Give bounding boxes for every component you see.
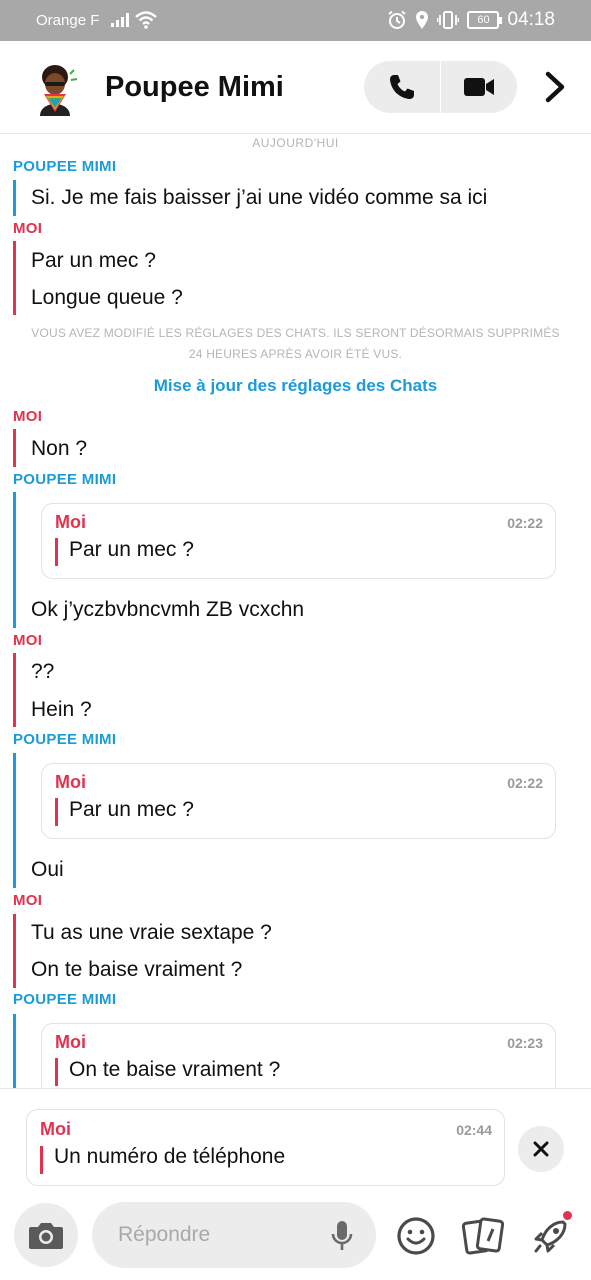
battery-level: 60	[477, 14, 490, 26]
quote-sender: Moi	[55, 772, 86, 792]
quote-time: 02:22	[507, 515, 543, 531]
message[interactable]: Tu as une vraie sextape ?	[31, 921, 272, 945]
quote-text: Par un mec ?	[69, 798, 194, 821]
sender-bar	[13, 753, 16, 888]
quoted-message[interactable]: Moi 02:22 Par un mec ?	[41, 503, 556, 579]
chat-thread[interactable]: AUJOURD'HUI POUPEE MIMI Si. Je me fais b…	[0, 134, 591, 1088]
quote-bar	[40, 1146, 43, 1174]
clock: 04:18	[507, 9, 555, 30]
sender-label: POUPEE MIMI	[13, 158, 117, 175]
chevron-right-icon[interactable]	[540, 69, 570, 105]
chat-settings-notice: VOUS AVEZ MODIFIÉ LES RÉGLAGES DES CHATS…	[20, 323, 571, 365]
cancel-reply-button[interactable]	[518, 1126, 564, 1172]
message[interactable]: ??	[31, 660, 54, 684]
message[interactable]: Oui	[31, 858, 64, 882]
camera-icon	[29, 1223, 63, 1249]
avatar[interactable]	[30, 60, 80, 116]
vibrate-icon	[437, 11, 460, 29]
phone-icon	[389, 75, 414, 99]
sender-bar	[13, 429, 16, 467]
sender-bar	[13, 492, 16, 628]
reply-quote[interactable]: Moi 02:44 Un numéro de téléphone	[26, 1109, 505, 1186]
battery-indicator: 60	[467, 11, 503, 29]
quote-text: On te baise vraiment ?	[69, 1058, 281, 1081]
microphone-icon[interactable]	[330, 1220, 354, 1252]
wifi-icon	[135, 11, 157, 29]
message[interactable]: On te baise vraiment ?	[31, 958, 242, 982]
message[interactable]: Non ?	[31, 437, 87, 461]
quote-time: 02:44	[456, 1122, 492, 1138]
sender-bar	[13, 1014, 16, 1088]
message[interactable]: Ok j’yczbvbncvmh ZB vcxchn	[31, 598, 304, 622]
sender-bar	[13, 241, 16, 315]
sender-bar	[13, 180, 16, 216]
sender-label: POUPEE MIMI	[13, 471, 117, 488]
quote-time: 02:23	[507, 1035, 543, 1051]
message[interactable]: Hein ?	[31, 698, 92, 722]
quote-time: 02:22	[507, 775, 543, 791]
notification-dot	[563, 1211, 572, 1220]
quote-sender: Moi	[55, 512, 86, 532]
quote-text: Par un mec ?	[69, 538, 194, 561]
video-call-button[interactable]	[441, 61, 517, 113]
quote-text: Un numéro de téléphone	[54, 1145, 286, 1168]
smiley-icon	[397, 1217, 435, 1255]
signal-icon	[111, 13, 129, 27]
sender-bar	[13, 914, 16, 988]
contact-name[interactable]: Poupee Mimi	[105, 71, 284, 104]
quote-bar	[55, 1058, 58, 1086]
call-buttons	[364, 61, 517, 113]
video-icon	[464, 78, 495, 96]
cards-icon	[462, 1217, 504, 1255]
camera-button[interactable]	[14, 1203, 78, 1267]
carrier-name: Orange F	[36, 12, 100, 29]
quote-sender: Moi	[40, 1119, 71, 1139]
sender-label: POUPEE MIMI	[13, 731, 117, 748]
quote-bar	[55, 538, 58, 566]
location-icon	[416, 11, 429, 29]
status-bar: Orange F 60 04:18	[0, 0, 591, 41]
chat-settings-link[interactable]: Mise à jour des réglages des Chats	[0, 376, 591, 396]
sender-label: MOI	[13, 408, 43, 425]
sender-label: MOI	[13, 892, 43, 909]
message[interactable]: Si. Je me fais baisser j’ai une vidéo co…	[31, 186, 487, 210]
quote-bar	[55, 798, 58, 826]
rocket-icon	[534, 1220, 567, 1253]
games-button[interactable]	[530, 1215, 572, 1257]
voice-call-button[interactable]	[364, 61, 440, 113]
notice-line: 24 HEURES APRÈS AVOIR ÉTÉ VUS.	[188, 347, 403, 361]
alarm-icon	[388, 10, 407, 29]
sender-label: MOI	[13, 632, 43, 649]
emoji-button[interactable]	[395, 1215, 437, 1257]
sender-label: MOI	[13, 220, 43, 237]
notice-line: VOUS AVEZ MODIFIÉ LES RÉGLAGES DES CHATS…	[31, 326, 560, 340]
reply-area: Moi 02:44 Un numéro de téléphone	[0, 1088, 591, 1280]
message[interactable]: Longue queue ?	[31, 286, 183, 310]
close-icon	[533, 1141, 549, 1157]
chat-header: Poupee Mimi	[0, 41, 591, 134]
message[interactable]: Par un mec ?	[31, 249, 156, 273]
sender-bar	[13, 653, 16, 727]
sender-label: POUPEE MIMI	[13, 991, 117, 1008]
cards-button[interactable]	[462, 1215, 504, 1257]
day-separator: AUJOURD'HUI	[252, 136, 339, 150]
quoted-message[interactable]: Moi 02:23 On te baise vraiment ?	[41, 1023, 556, 1088]
quote-sender: Moi	[55, 1032, 86, 1052]
quoted-message[interactable]: Moi 02:22 Par un mec ?	[41, 763, 556, 839]
